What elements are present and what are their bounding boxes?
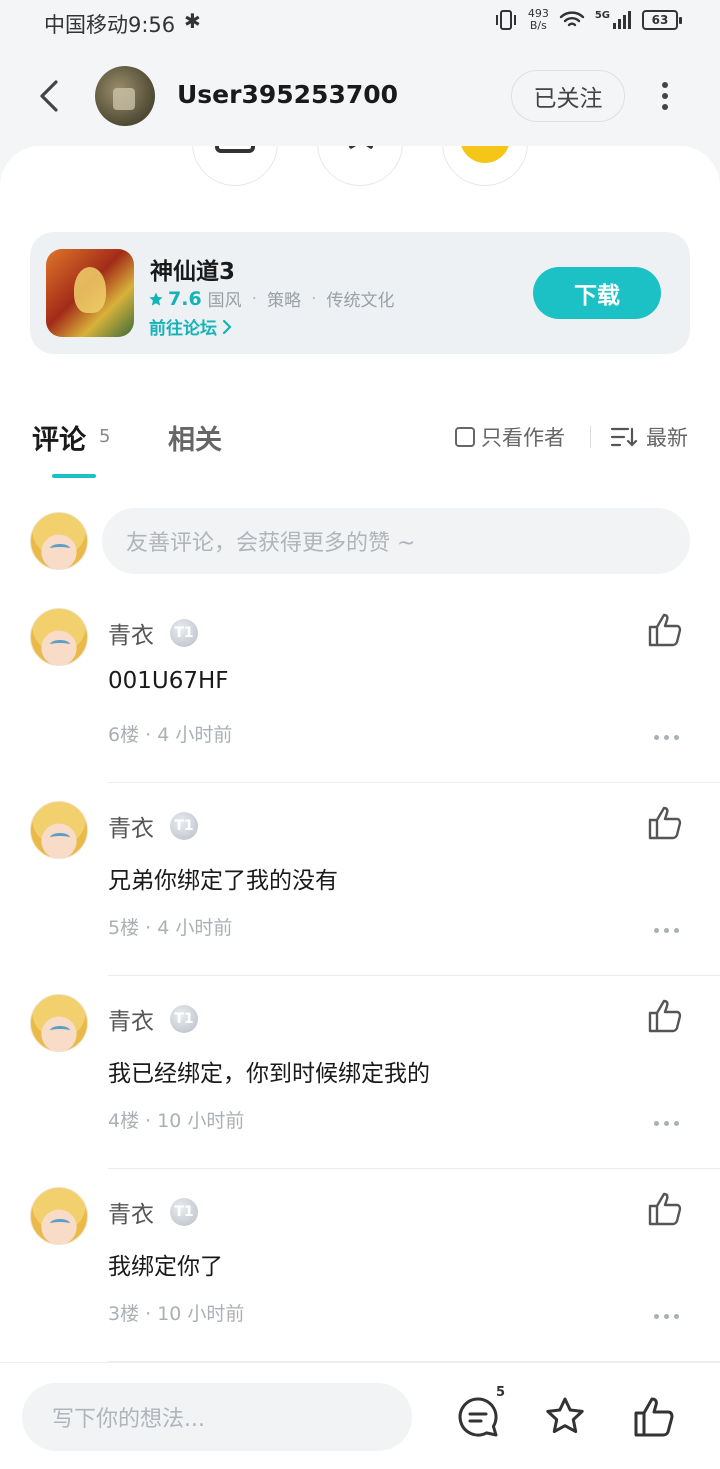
more-options-icon[interactable] xyxy=(650,78,680,114)
commenter-avatar[interactable] xyxy=(30,608,88,666)
write-comment-input[interactable]: 写下你的想法... xyxy=(22,1383,412,1451)
game-card[interactable]: 神仙道3 7.6 国风 · 策略 · 传统文化 前往论坛 下载 xyxy=(30,232,690,354)
sort-icon xyxy=(610,427,638,447)
carrier-time: 中国移动9:56 xyxy=(44,13,176,37)
active-tab-indicator xyxy=(52,474,96,478)
user-avatar[interactable] xyxy=(95,66,155,126)
follow-button[interactable]: 已关注 xyxy=(511,70,625,122)
battery-icon: 63 xyxy=(642,10,682,30)
comment-input[interactable]: 友善评论，会获得更多的赞 ~ xyxy=(102,508,690,574)
star-icon[interactable] xyxy=(543,1395,587,1439)
wifi-icon xyxy=(559,11,585,27)
chevron-right-icon xyxy=(222,319,232,334)
checkbox-icon xyxy=(455,427,475,447)
comment-meta: 5楼 · 4 小时前 xyxy=(108,917,233,939)
commenter-avatar[interactable] xyxy=(30,1187,88,1245)
comment-item: 青衣 T1 我已经绑定，你到时候绑定我的 4楼 · 10 小时前 xyxy=(0,976,720,1169)
comment-meta: 6楼 · 4 小时前 xyxy=(108,724,233,746)
tab-comments[interactable]: 评论 xyxy=(32,418,86,457)
status-icons: 493 B/s 5G 63 xyxy=(494,7,682,32)
tab-comments-count: 5 xyxy=(99,426,111,447)
comment-more-icon[interactable] xyxy=(654,1121,679,1126)
author-only-toggle[interactable]: 只看作者 xyxy=(455,422,565,452)
comment-text: 兄弟你绑定了我的没有 xyxy=(108,868,338,894)
level-badge-icon: T1 xyxy=(170,812,198,840)
star-icon xyxy=(348,146,374,149)
commenter-avatar[interactable] xyxy=(30,994,88,1052)
level-badge-icon: T1 xyxy=(170,1005,198,1033)
thumbs-up-icon[interactable] xyxy=(646,998,684,1034)
comment-tabs: 评论 5 相关 只看作者 最新 xyxy=(0,392,720,482)
rating-star-icon xyxy=(149,291,163,306)
commenter-name[interactable]: 青衣 xyxy=(108,1002,154,1036)
game-name: 神仙道3 xyxy=(150,259,236,285)
commenter-name[interactable]: 青衣 xyxy=(108,616,154,650)
signal-icon xyxy=(613,11,631,29)
sort-button[interactable]: 最新 xyxy=(610,422,688,452)
signal-label: 5G xyxy=(594,9,610,21)
username[interactable]: User395253700 xyxy=(177,80,398,109)
thumbs-up-icon[interactable] xyxy=(646,612,684,648)
comment-more-icon[interactable] xyxy=(654,735,679,740)
comment-more-icon[interactable] xyxy=(654,928,679,933)
my-avatar xyxy=(30,512,88,570)
game-tag: 传统文化 xyxy=(326,291,395,311)
bluetooth-icon: ✱ xyxy=(184,9,201,33)
comment-meta: 4楼 · 10 小时前 xyxy=(108,1110,245,1132)
game-meta: 7.6 国风 · 策略 · 传统文化 xyxy=(148,286,394,311)
comments-section: 评论 5 相关 只看作者 最新 友善评论，会获得更多的赞 ~ 青衣 T1 001… xyxy=(0,392,720,1362)
share-circle-button[interactable] xyxy=(192,146,278,186)
level-badge-icon: T1 xyxy=(170,1198,198,1226)
share-icon xyxy=(215,146,255,153)
comment-count-badge: 5 xyxy=(496,1385,506,1400)
status-bar: 中国移动9:56 ✱ 493 B/s 5G 63 xyxy=(0,0,720,44)
comment-text: 001U67HF xyxy=(108,668,229,694)
tab-related[interactable]: 相关 xyxy=(168,418,222,457)
thumbs-up-icon[interactable] xyxy=(646,1191,684,1227)
thumbs-up-icon[interactable] xyxy=(632,1395,676,1439)
thumbs-up-icon[interactable] xyxy=(646,805,684,841)
divider xyxy=(590,426,591,448)
comment-item: 青衣 T1 001U67HF 6楼 · 4 小时前 xyxy=(0,590,720,783)
top-header: User395253700 已关注 xyxy=(0,60,720,132)
level-badge-icon: T1 xyxy=(170,619,198,647)
commenter-avatar[interactable] xyxy=(30,801,88,859)
favorite-circle-button[interactable] xyxy=(317,146,403,186)
comment-item: 青衣 T1 我绑定你了 3楼 · 10 小时前 xyxy=(0,1169,720,1362)
reward-circle-button[interactable] xyxy=(442,146,528,186)
download-button[interactable]: 下载 xyxy=(533,267,661,319)
comment-meta: 3楼 · 10 小时前 xyxy=(108,1303,245,1325)
forum-link[interactable]: 前往论坛 xyxy=(149,314,233,339)
game-tag: 策略 xyxy=(267,291,302,311)
commenter-name[interactable]: 青衣 xyxy=(108,809,154,843)
net-speed: 493 B/s xyxy=(527,7,549,32)
game-tag: 国风 xyxy=(207,291,242,311)
game-rating: 7.6 xyxy=(148,288,202,310)
bottom-action-bar: 写下你的想法... 5 xyxy=(0,1362,720,1469)
vibrate-icon xyxy=(495,10,516,30)
comment-text: 我已经绑定，你到时候绑定我的 xyxy=(108,1061,430,1087)
game-icon xyxy=(46,249,134,337)
post-footer-card: 神仙道3 7.6 国风 · 策略 · 传统文化 前往论坛 下载 xyxy=(0,146,720,392)
comment-text: 我绑定你了 xyxy=(108,1254,223,1280)
comment-input-row: 友善评论，会获得更多的赞 ~ xyxy=(0,504,720,578)
commenter-name[interactable]: 青衣 xyxy=(108,1195,154,1229)
comment-item: 青衣 T1 兄弟你绑定了我的没有 5楼 · 4 小时前 xyxy=(0,783,720,976)
back-arrow-icon[interactable] xyxy=(34,76,68,116)
comment-more-icon[interactable] xyxy=(654,1314,679,1319)
comment-icon[interactable] xyxy=(456,1395,500,1439)
